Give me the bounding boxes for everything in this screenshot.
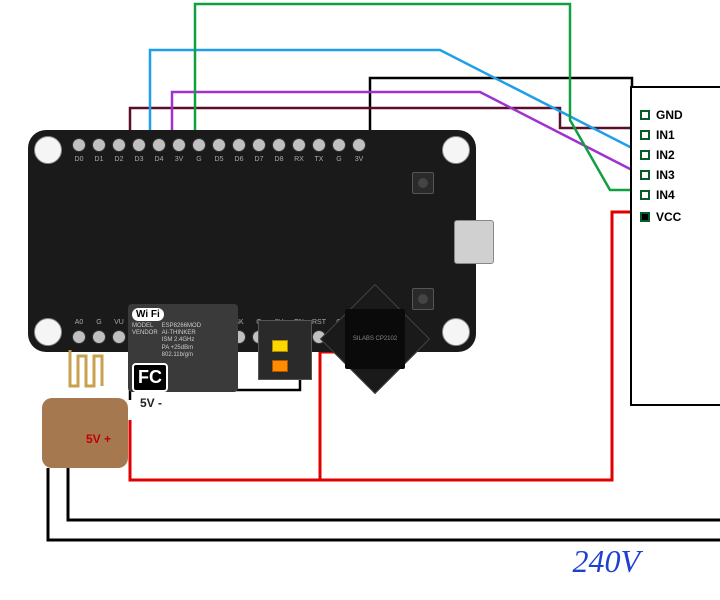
pcb-antenna-icon — [68, 348, 108, 388]
psu-neg-label: 5V - — [140, 396, 162, 410]
power-supply-module — [42, 398, 128, 468]
led-yellow-icon — [272, 340, 288, 352]
top-pin-row — [72, 138, 366, 152]
flash-button — [412, 172, 434, 194]
mains-voltage-label: 240V — [572, 543, 640, 580]
relay-pin-gnd: GND — [640, 108, 683, 122]
relay-pin-in2: IN2 — [640, 148, 675, 162]
relay-pin-in3: IN3 — [640, 168, 675, 182]
led-orange-icon — [272, 360, 288, 372]
relay-module: GND IN1 IN2 IN3 IN4 VCC — [630, 86, 720, 406]
mount-hole — [34, 318, 62, 346]
psu-pos-label: 5V + — [86, 432, 111, 446]
mount-hole — [442, 318, 470, 346]
nodemcu-board: D0D1D2D3D43VGD5D6D7D8RXTXG3V A0GVUS3S2S1… — [28, 130, 476, 352]
mount-hole — [442, 136, 470, 164]
mount-hole — [34, 136, 62, 164]
esp8266-shield: Wi Fi MODEL VENDOR ESP8266MOD AI-THINKER… — [128, 304, 238, 392]
top-pin-labels: D0D1D2D3D43VGD5D6D7D8RXTXG3V — [72, 156, 366, 163]
micro-usb-port — [454, 220, 494, 264]
fcc-logo-icon: FC — [132, 363, 168, 392]
relay-pin-vcc: VCC — [640, 210, 681, 224]
wifi-logo-icon: Wi Fi — [132, 308, 164, 321]
reset-button — [412, 288, 434, 310]
relay-pin-in4: IN4 — [640, 188, 675, 202]
relay-pin-in1: IN1 — [640, 128, 675, 142]
